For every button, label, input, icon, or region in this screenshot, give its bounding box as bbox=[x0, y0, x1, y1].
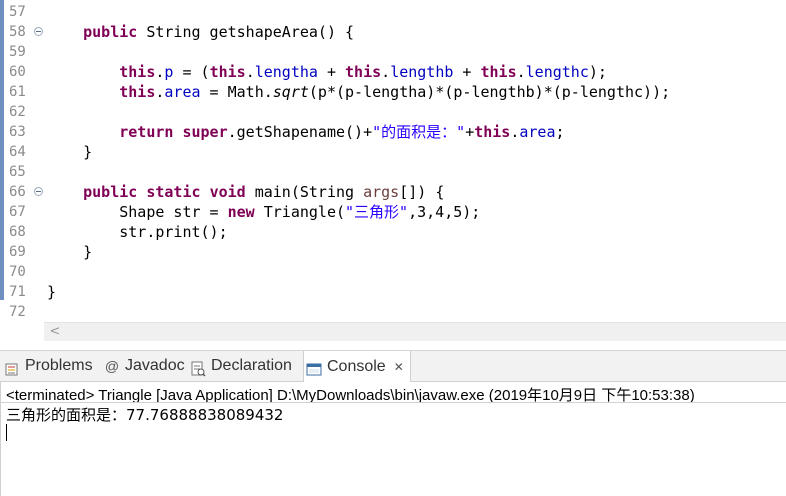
code-line[interactable]: } bbox=[47, 142, 92, 162]
code-line[interactable]: Shape str = new Triangle("三角形",3,4,5); bbox=[47, 202, 480, 222]
tab-javadoc[interactable]: @ Javadoc bbox=[104, 351, 185, 381]
code-line[interactable]: public static void main(String args[]) { bbox=[47, 182, 444, 202]
line-number: 63 bbox=[9, 124, 26, 140]
bottom-panel-tabs: Problems @ Javadoc Declaration Console ✕ bbox=[0, 350, 786, 382]
tab-console[interactable]: Console ✕ bbox=[303, 351, 411, 382]
line-number: 62 bbox=[9, 104, 26, 120]
code-line[interactable]: } bbox=[47, 282, 56, 302]
code-line[interactable]: return super.getShapename()+"的面积是："+this… bbox=[47, 122, 564, 142]
line-number: 59 bbox=[9, 44, 26, 60]
tab-console-label: Console bbox=[327, 357, 386, 375]
code-line[interactable]: this.p = (this.lengtha + this.lengthb + … bbox=[47, 62, 607, 82]
ruler-highlight bbox=[0, 0, 4, 300]
line-number: 61 bbox=[9, 84, 26, 100]
console-divider bbox=[0, 402, 786, 403]
scroll-left-arrow-icon[interactable]: < bbox=[48, 323, 62, 341]
code-line[interactable]: this.area = Math.sqrt(p*(p-lengtha)*(p-l… bbox=[47, 82, 670, 102]
text-cursor bbox=[6, 424, 7, 441]
fold-collapse-icon[interactable] bbox=[34, 187, 43, 196]
panel-left-border bbox=[0, 381, 1, 496]
declaration-icon bbox=[190, 358, 206, 377]
tab-declaration[interactable]: Declaration bbox=[190, 351, 292, 381]
tab-declaration-label: Declaration bbox=[211, 357, 292, 374]
code-line[interactable]: } bbox=[47, 242, 92, 262]
line-number: 60 bbox=[9, 64, 26, 80]
overview-ruler bbox=[0, 0, 4, 322]
code-line[interactable]: public String getshapeArea() { bbox=[47, 22, 354, 42]
tab-problems-label: Problems bbox=[25, 357, 93, 374]
console-output-text[interactable]: 三角形的面积是：77.76888838089432 bbox=[6, 404, 283, 425]
line-number: 69 bbox=[9, 244, 26, 260]
fold-collapse-icon[interactable] bbox=[34, 27, 43, 36]
code-editor[interactable]: 57 58 public String getshapeArea() {59 60 … bbox=[0, 0, 786, 322]
close-icon[interactable]: ✕ bbox=[394, 352, 404, 382]
tab-javadoc-label: Javadoc bbox=[125, 357, 185, 374]
line-number: 68 bbox=[9, 224, 26, 240]
tab-problems[interactable]: Problems bbox=[4, 351, 93, 381]
line-number: 65 bbox=[9, 164, 26, 180]
problems-icon bbox=[4, 358, 20, 376]
console-icon bbox=[306, 359, 322, 375]
line-number: 67 bbox=[9, 204, 26, 220]
line-number: 64 bbox=[9, 144, 26, 160]
line-number: 70 bbox=[9, 264, 26, 280]
line-number: 57 bbox=[9, 4, 26, 20]
javadoc-at-icon: @ bbox=[104, 358, 120, 374]
line-number: 72 bbox=[9, 304, 26, 320]
editor-horizontal-scrollbar[interactable]: < bbox=[44, 322, 786, 341]
line-number: 71 bbox=[9, 284, 26, 300]
code-line[interactable]: str.print(); bbox=[47, 222, 227, 242]
